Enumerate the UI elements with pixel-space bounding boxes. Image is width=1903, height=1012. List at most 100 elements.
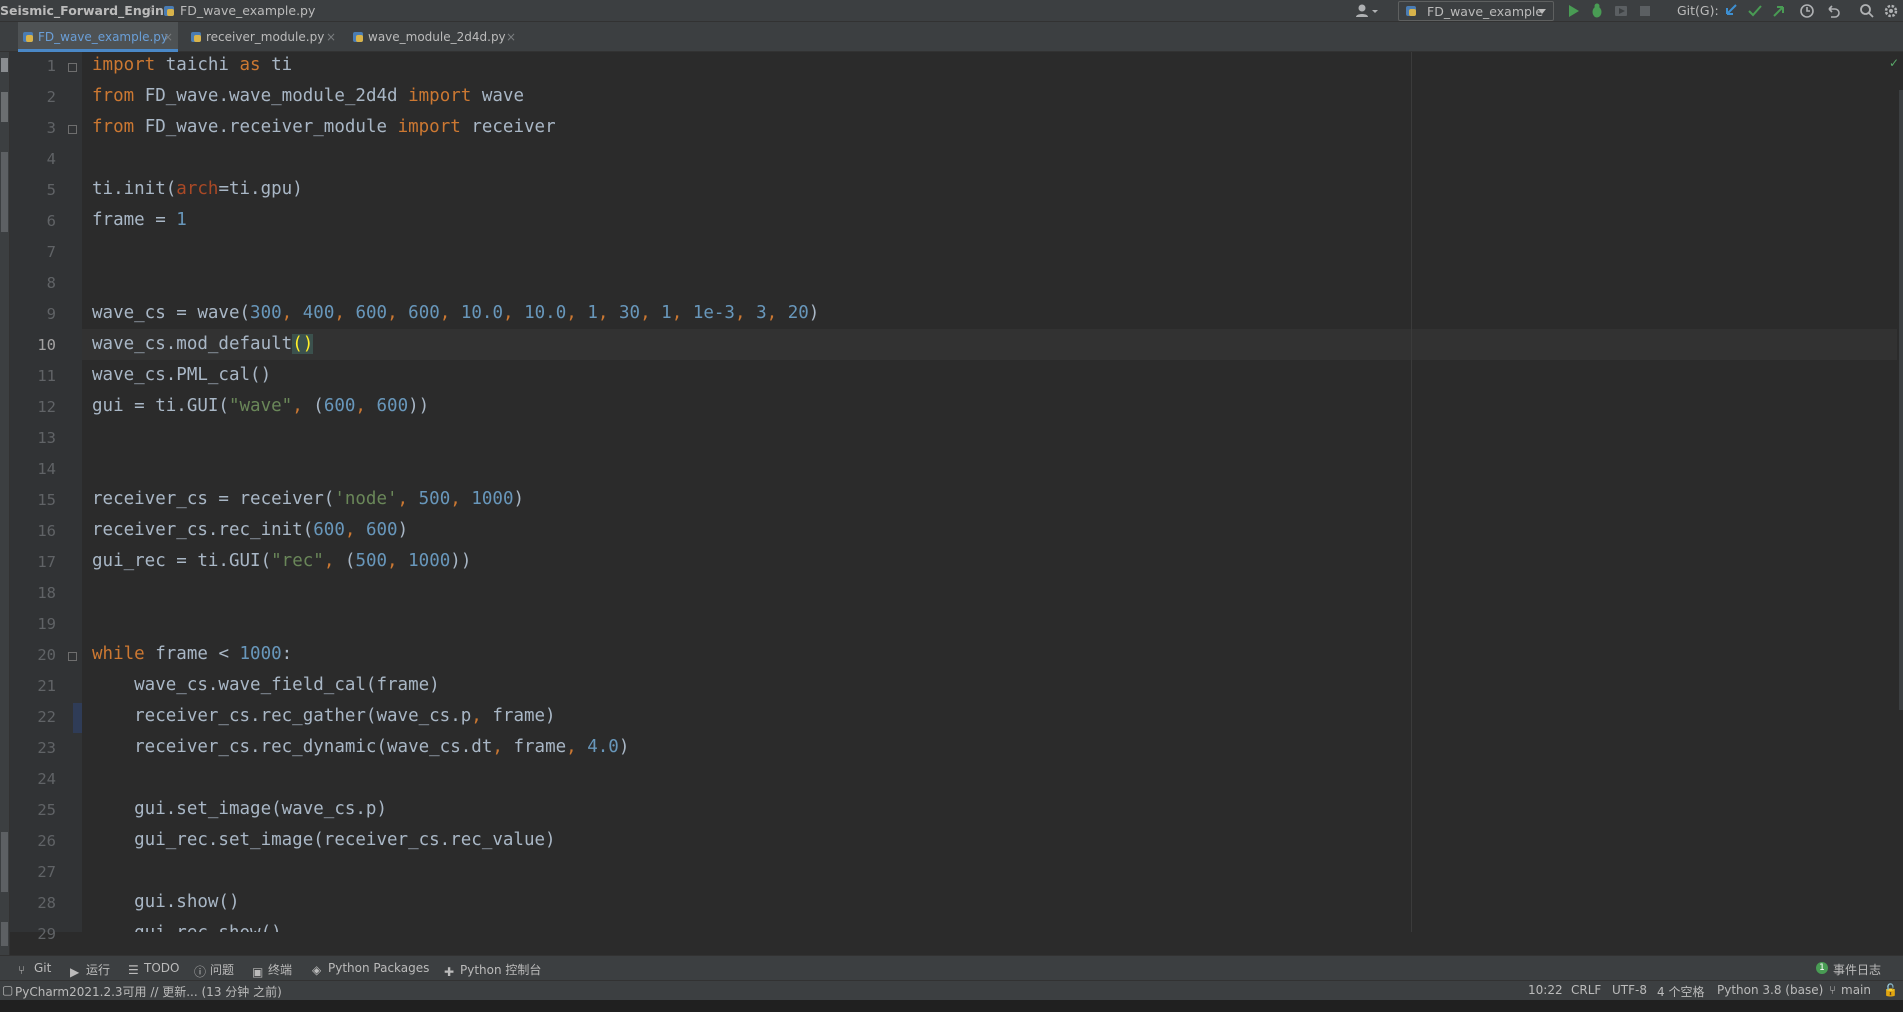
- git-tool-button[interactable]: ⑂ Git: [18, 961, 51, 977]
- line-number[interactable]: 15: [10, 491, 56, 509]
- account-icon[interactable]: [1354, 3, 1380, 19]
- code-line[interactable]: wave_cs.PML_cal(): [92, 365, 271, 385]
- line-separator[interactable]: CRLF: [1571, 983, 1601, 997]
- tab-fd-wave-example[interactable]: FD_wave_example.py ×: [18, 22, 178, 52]
- line-number[interactable]: 26: [10, 832, 56, 850]
- code-line[interactable]: from FD_wave.wave_module_2d4d import wav…: [92, 86, 524, 106]
- status-message[interactable]: PyCharm2021.2.3可用 // 更新... (13 分钟 之前): [15, 983, 282, 1000]
- line-number[interactable]: 16: [10, 522, 56, 540]
- code-line[interactable]: receiver_cs.rec_init(600, 600): [92, 520, 408, 540]
- git-commit-icon[interactable]: [1746, 2, 1764, 20]
- line-number[interactable]: 29: [10, 925, 56, 943]
- line-number[interactable]: 14: [10, 460, 56, 478]
- todo-tool-button[interactable]: ☰ TODO: [128, 961, 179, 977]
- code-line[interactable]: receiver_cs.rec_gather(wave_cs.p, frame): [92, 706, 555, 726]
- left-tool-window-strip[interactable]: [0, 52, 10, 955]
- line-number[interactable]: 23: [10, 739, 56, 757]
- code-editor[interactable]: import taichi as ti from FD_wave.wave_mod…: [82, 52, 1897, 932]
- code-line[interactable]: gui_rec.show(): [92, 923, 282, 932]
- line-number[interactable]: 18: [10, 584, 56, 602]
- problems-tool-button[interactable]: ⓘ 问题: [194, 961, 234, 979]
- line-number[interactable]: 10: [10, 336, 56, 354]
- indent-setting[interactable]: 4 个空格: [1657, 983, 1704, 1000]
- line-number[interactable]: 5: [10, 181, 56, 199]
- tab-wave-module-2d4d[interactable]: wave_module_2d4d.py ×: [348, 22, 523, 52]
- line-number[interactable]: 2: [10, 88, 56, 106]
- code-line[interactable]: wave_cs.mod_default(): [92, 334, 314, 354]
- git-update-icon[interactable]: [1722, 2, 1740, 20]
- line-number[interactable]: 12: [10, 398, 56, 416]
- run-configuration-selector[interactable]: FD_wave_example: [1398, 1, 1554, 21]
- line-number[interactable]: 28: [10, 894, 56, 912]
- breadcrumb-file[interactable]: FD_wave_example.py: [180, 3, 315, 18]
- lock-icon[interactable]: 🔓: [1883, 983, 1898, 997]
- fold-icon[interactable]: [68, 125, 77, 134]
- line-number[interactable]: 24: [10, 770, 56, 788]
- structure-tool-icon[interactable]: [1, 832, 8, 892]
- code-line[interactable]: gui.set_image(wave_cs.p): [92, 799, 387, 819]
- line-number[interactable]: 17: [10, 553, 56, 571]
- line-number[interactable]: 22: [10, 708, 56, 726]
- breadcrumb-project[interactable]: Seismic_Forward_Engine: [0, 3, 172, 18]
- close-icon[interactable]: ×: [506, 30, 516, 44]
- search-icon[interactable]: [1858, 2, 1876, 20]
- history-icon[interactable]: [1798, 2, 1816, 20]
- code-line[interactable]: wave_cs = wave(300, 400, 600, 600, 10.0,…: [92, 303, 819, 323]
- code-line[interactable]: from FD_wave.receiver_module import rece…: [92, 117, 556, 137]
- tab-receiver-module[interactable]: receiver_module.py ×: [186, 22, 342, 52]
- line-number[interactable]: 7: [10, 243, 56, 261]
- close-icon[interactable]: ×: [326, 30, 336, 44]
- caret-position[interactable]: 10:22: [1528, 983, 1563, 997]
- git-branch[interactable]: main: [1841, 983, 1871, 997]
- python-packages-tool-button[interactable]: ◈ Python Packages: [312, 961, 429, 977]
- git-push-icon[interactable]: [1770, 2, 1788, 20]
- commit-tool-icon[interactable]: [1, 92, 8, 122]
- run-with-coverage-icon[interactable]: [1612, 2, 1630, 20]
- stop-icon[interactable]: [1636, 2, 1654, 20]
- code-line[interactable]: gui = ti.GUI("wave", (600, 600)): [92, 396, 429, 416]
- line-number-gutter[interactable]: 1 2 3 4 5 6 7 8 9 10 11 12 13 14 15 16 17 18 19 20 21 22 23 24 2…: [10, 52, 82, 943]
- close-icon[interactable]: ×: [163, 30, 173, 44]
- line-number[interactable]: 20: [10, 646, 56, 664]
- code-line[interactable]: gui_rec.set_image(receiver_cs.rec_value): [92, 830, 555, 850]
- code-line[interactable]: while frame < 1000:: [92, 644, 292, 664]
- code-line[interactable]: receiver_cs = receiver('node', 500, 1000…: [92, 489, 524, 509]
- vcs-change-marker[interactable]: [73, 703, 82, 733]
- python-interpreter[interactable]: Python 3.8 (base): [1717, 983, 1823, 997]
- code-line[interactable]: gui_rec = ti.GUI("rec", (500, 1000)): [92, 551, 471, 571]
- code-line[interactable]: wave_cs.wave_field_cal(frame): [92, 675, 440, 695]
- python-console-tool-button[interactable]: ✚ Python 控制台: [444, 961, 541, 979]
- line-number[interactable]: 1: [10, 57, 56, 75]
- inspection-ok-icon[interactable]: ✓: [1889, 56, 1899, 70]
- code-line[interactable]: frame = 1: [92, 210, 187, 230]
- line-number[interactable]: 25: [10, 801, 56, 819]
- run-tool-button[interactable]: ▶ 运行: [70, 961, 110, 979]
- vertical-scrollbar[interactable]: [1899, 90, 1903, 710]
- line-number[interactable]: 19: [10, 615, 56, 633]
- fold-icon[interactable]: [68, 63, 77, 72]
- line-number[interactable]: 9: [10, 305, 56, 323]
- event-log-tool-button[interactable]: 事件日志: [1833, 961, 1881, 978]
- code-line[interactable]: ti.init(arch=ti.gpu): [92, 179, 303, 199]
- line-number[interactable]: 3: [10, 119, 56, 137]
- file-encoding[interactable]: UTF-8: [1612, 983, 1647, 997]
- line-number[interactable]: 27: [10, 863, 56, 881]
- project-tool-icon[interactable]: [1, 58, 8, 72]
- rollback-icon[interactable]: [1824, 2, 1842, 20]
- code-line[interactable]: gui.show(): [92, 892, 239, 912]
- line-number[interactable]: 21: [10, 677, 56, 695]
- status-window-icon[interactable]: ▢: [2, 983, 13, 997]
- favorites-tool-icon[interactable]: [1, 922, 8, 946]
- line-number[interactable]: 6: [10, 212, 56, 230]
- line-number[interactable]: 8: [10, 274, 56, 292]
- debug-icon[interactable]: [1588, 2, 1606, 20]
- terminal-tool-button[interactable]: ▣ 终端: [252, 961, 292, 979]
- pull-requests-tool-icon[interactable]: [1, 152, 8, 232]
- line-number[interactable]: 4: [10, 150, 56, 168]
- code-line[interactable]: import taichi as ti: [92, 55, 292, 75]
- run-icon[interactable]: [1564, 2, 1582, 20]
- settings-icon[interactable]: [1882, 2, 1900, 20]
- code-line[interactable]: receiver_cs.rec_dynamic(wave_cs.dt, fram…: [92, 737, 629, 757]
- fold-icon[interactable]: [68, 652, 77, 661]
- line-number[interactable]: 13: [10, 429, 56, 447]
